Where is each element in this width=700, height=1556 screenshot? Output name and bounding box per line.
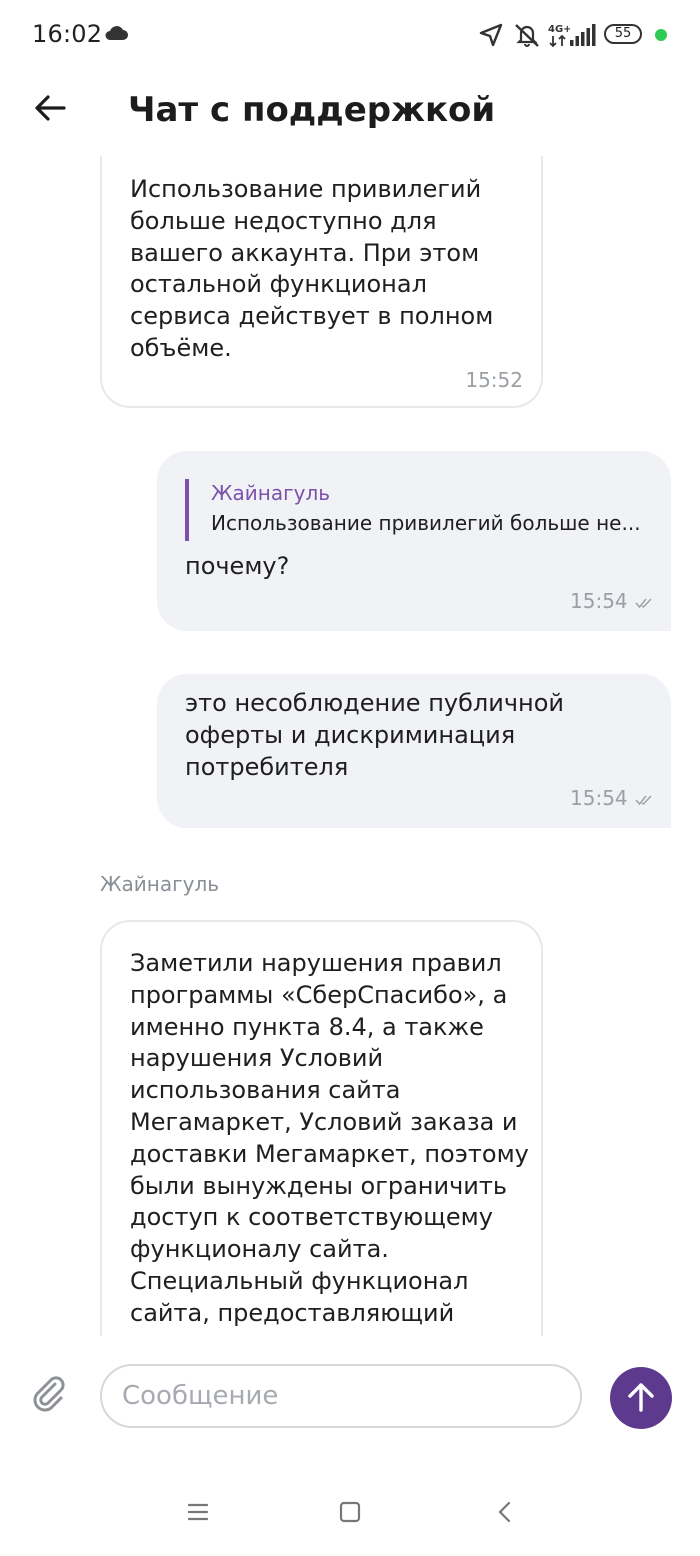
arrow-up-icon — [626, 1381, 656, 1416]
message-time: 15:54 — [570, 589, 628, 613]
message-time: 15:52 — [465, 368, 523, 392]
message-text: Заметили нарушения правил программы «Сбе… — [130, 949, 529, 1327]
incoming-message[interactable]: Заметили нарушения правил программы «Сбе… — [100, 920, 543, 1336]
message-input[interactable] — [100, 1364, 582, 1428]
double-check-icon — [635, 791, 653, 810]
system-back-button[interactable] — [484, 1494, 524, 1534]
arrow-left-icon — [34, 94, 66, 126]
location-icon — [478, 22, 504, 52]
menu-icon — [187, 1503, 209, 1525]
svg-text:4G+: 4G+ — [548, 24, 570, 35]
chat-header: Чат с поддержкой — [0, 70, 700, 156]
sender-name: Жайнагуль — [100, 872, 220, 896]
paperclip-icon — [28, 1376, 68, 1416]
recent-apps-button[interactable] — [178, 1494, 218, 1534]
send-button[interactable] — [610, 1367, 672, 1429]
outgoing-message[interactable]: это несоблюдение публичной оферты и диск… — [157, 674, 671, 828]
online-dot — [655, 29, 667, 41]
back-button[interactable] — [28, 88, 72, 132]
home-button[interactable] — [330, 1494, 370, 1534]
composer-bar — [0, 1336, 700, 1460]
incoming-message[interactable]: Использование привилегий больше недоступ… — [100, 156, 543, 408]
status-bar: 16:02 4G+ 55 — [0, 0, 700, 70]
double-check-icon — [635, 594, 653, 613]
page-title: Чат с поддержкой — [128, 90, 496, 130]
back-chevron-icon — [496, 1501, 512, 1527]
status-time: 16:02 — [32, 20, 103, 48]
message-text: почему? — [185, 552, 290, 580]
chat-messages[interactable]: Использование привилегий больше недоступ… — [0, 156, 700, 1336]
message-text: Использование привилегий больше недоступ… — [130, 175, 494, 362]
message-time: 15:54 — [570, 786, 628, 810]
cloud-icon — [104, 25, 128, 45]
battery-icon: 55 — [604, 24, 642, 44]
outgoing-message[interactable]: Жайнагуль Использование привилегий больш… — [157, 451, 671, 631]
home-square-icon — [339, 1501, 361, 1527]
system-nav-bar — [0, 1460, 700, 1556]
reply-text: Использование привилегий больше не... — [211, 511, 641, 535]
signal-icon — [570, 24, 596, 50]
network-4g-icon: 4G+ — [548, 22, 572, 52]
reply-quote[interactable]: Жайнагуль Использование привилегий больш… — [185, 479, 643, 541]
reply-author: Жайнагуль — [211, 481, 331, 505]
message-text: это несоблюдение публичной оферты и диск… — [185, 689, 564, 781]
attach-button[interactable] — [28, 1372, 72, 1416]
mute-icon — [512, 20, 542, 54]
